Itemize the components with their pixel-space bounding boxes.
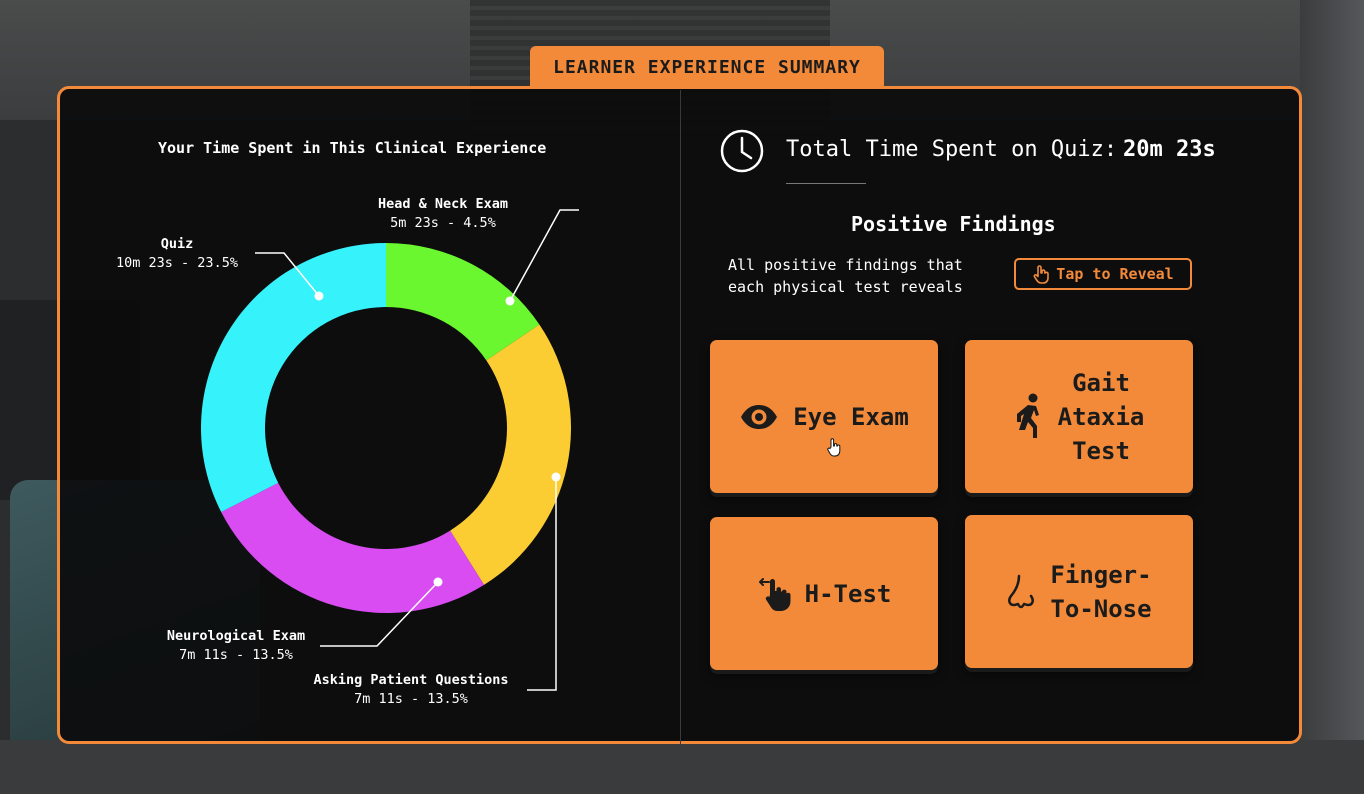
test-card-gait-ataxia[interactable]: Gait Ataxia Test: [965, 340, 1193, 493]
total-time-label: Total Time Spent on Quiz:: [786, 137, 1118, 162]
marker-asking: [551, 472, 561, 482]
segment-name: Neurological Exam: [166, 628, 306, 644]
test-card-label: Eye Exam: [793, 402, 909, 431]
hand-swipe-icon: [758, 577, 791, 611]
marker-head-neck: [505, 296, 515, 306]
donut-segment-quiz: [200, 243, 386, 512]
segment-label-head-neck: Head & Neck Exam 5m 23s - 4.5%: [360, 195, 526, 233]
tap-hand-icon: [1033, 265, 1050, 284]
tap-to-reveal-label: Tap to Reveal: [1056, 265, 1174, 283]
donut-segment-neurological: [221, 482, 485, 613]
donut-segment-asking: [450, 324, 571, 585]
test-card-h-test[interactable]: H-Test: [710, 517, 938, 670]
marker-neurological: [433, 577, 443, 587]
test-card-finger-to-nose[interactable]: Finger- To-Nose: [965, 515, 1193, 668]
nose-icon: [1008, 574, 1035, 608]
segment-value: 7m 11s - 13.5%: [179, 647, 293, 663]
segment-name: Head & Neck Exam: [377, 196, 509, 212]
segment-label-asking: Asking Patient Questions 7m 11s - 13.5%: [300, 671, 522, 709]
clock-icon: [720, 129, 764, 173]
hand-cursor-icon: [827, 438, 841, 457]
test-card-label: H-Test: [804, 579, 892, 608]
segment-label-quiz: Quiz 10m 23s - 23.5%: [106, 235, 248, 273]
segment-value: 7m 11s - 13.5%: [354, 691, 468, 707]
total-time-value: 20m 23s: [1123, 137, 1216, 162]
segment-value: 5m 23s - 4.5%: [390, 215, 496, 231]
underline-divider: [786, 183, 866, 184]
test-card-eye-exam[interactable]: Eye Exam: [710, 340, 938, 493]
positive-findings-description: All positive findings that each physical…: [728, 256, 963, 296]
segment-value: 10m 23s - 23.5%: [116, 255, 238, 271]
test-card-label: Finger- To-Nose: [1050, 560, 1152, 623]
tap-to-reveal-button[interactable]: Tap to Reveal: [1014, 258, 1192, 290]
segment-label-neurological: Neurological Exam 7m 11s - 13.5%: [140, 627, 332, 665]
marker-quiz: [314, 291, 324, 301]
segment-name: Quiz: [160, 236, 194, 252]
eye-icon: [741, 404, 778, 429]
segment-name: Asking Patient Questions: [313, 672, 509, 688]
walking-person-icon: [1016, 393, 1039, 438]
test-card-label: Gait Ataxia Test: [1057, 368, 1145, 465]
positive-findings-title: Positive Findings: [851, 212, 1056, 236]
